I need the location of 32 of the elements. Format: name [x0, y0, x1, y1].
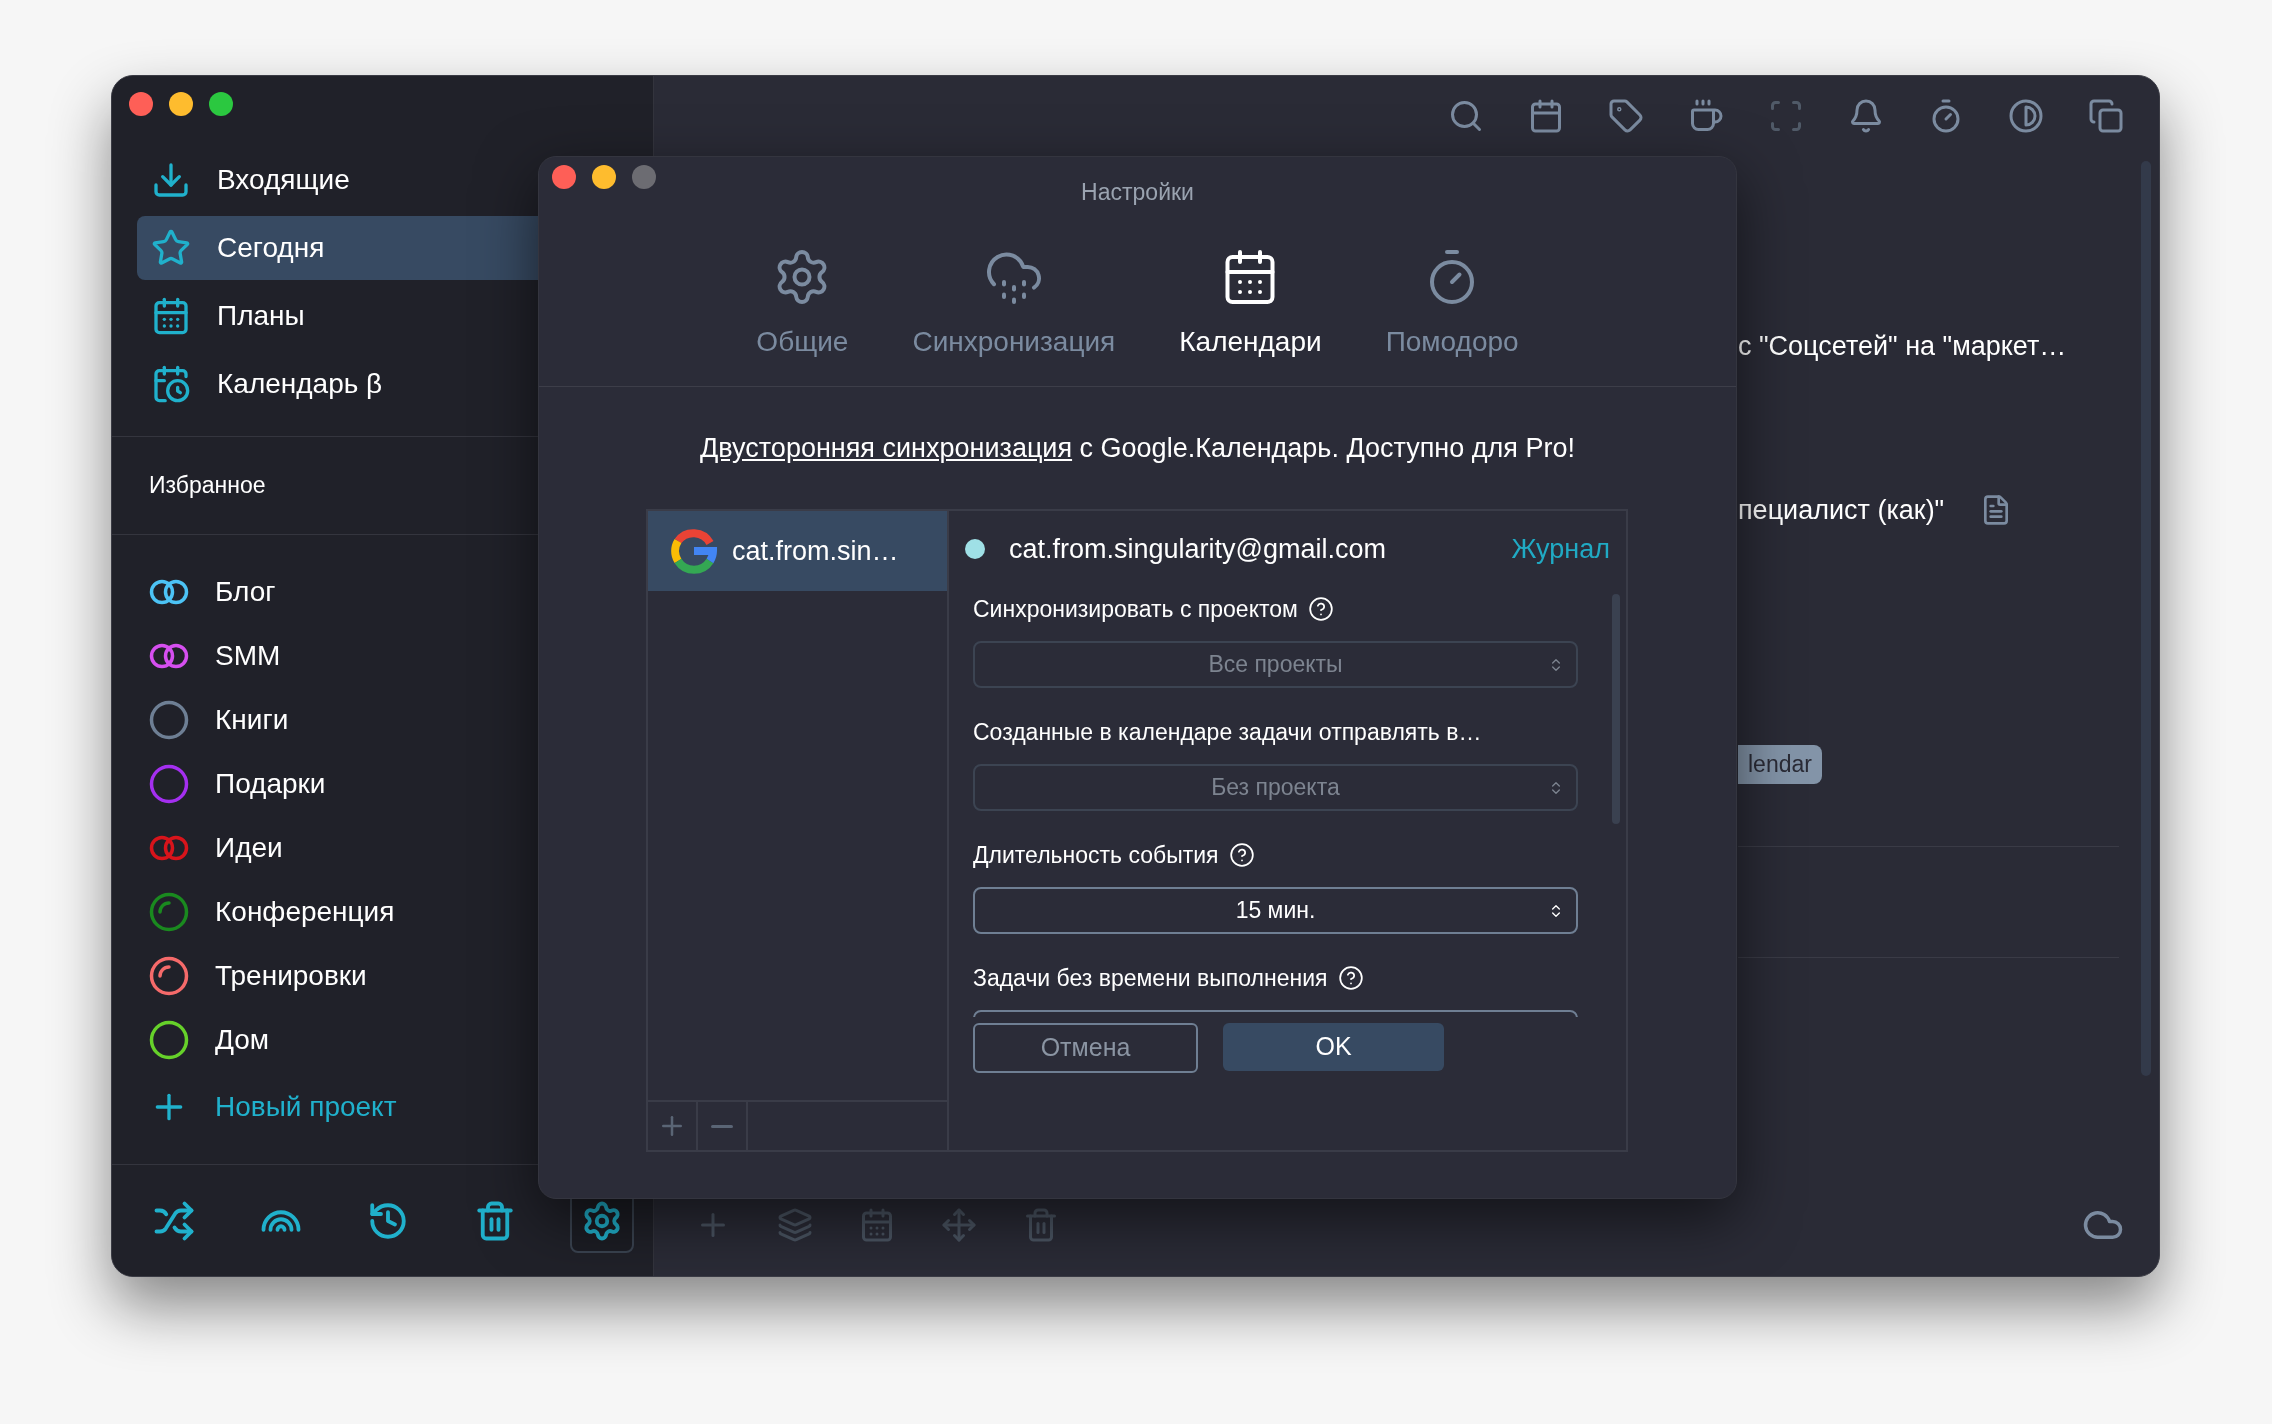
cancel-button[interactable]: Отмена	[973, 1023, 1198, 1073]
nav-item[interactable]: Календарь β	[137, 352, 653, 416]
sync-notice: Двусторонняя синхронизация с Google.Календарь. Доступно для Pro!	[700, 431, 1575, 465]
task-title[interactable]: с "Соцсетей" на "маркет…	[1738, 325, 2067, 367]
new-project-link[interactable]: Новый проект	[149, 1072, 653, 1142]
log-link[interactable]: Журнал	[1511, 528, 1610, 570]
settings-tab[interactable]: Синхронизация	[912, 247, 1116, 386]
project-item[interactable]: Книги	[149, 688, 653, 752]
nav-item[interactable]: Планы	[137, 284, 653, 348]
settings-tab[interactable]: Общие	[756, 247, 849, 386]
project-item[interactable]: Дом	[149, 1008, 653, 1072]
field-label: Задачи без времени выполнения	[973, 963, 1328, 993]
two-way-sync-link[interactable]: Двусторонняя синхронизация	[700, 432, 1073, 463]
field-label: Созданные в календаре задачи отправлять в…	[973, 717, 1482, 747]
task-title[interactable]: пециалист (как)"	[1738, 489, 1945, 531]
project-item[interactable]: Конференция	[149, 880, 653, 944]
tag-label[interactable]: lendar	[1738, 745, 1822, 784]
settings-tab[interactable]: Календари	[1179, 247, 1322, 386]
field-label: Длительность события	[973, 840, 1219, 870]
project-item[interactable]: Подарки	[149, 752, 653, 816]
settings-tab[interactable]: Помодоро	[1385, 247, 1519, 386]
account-item[interactable]: cat.from.sin…	[648, 511, 947, 591]
dialog-title: Настройки	[1081, 177, 1194, 207]
select-field[interactable]: 15 мин.	[973, 887, 1578, 934]
favorites-heading: Избранное	[149, 471, 266, 501]
project-item[interactable]: Идеи	[149, 816, 653, 880]
account-email: cat.from.singularity@gmail.com	[1009, 532, 1386, 566]
project-item[interactable]: Тренировки	[149, 944, 653, 1008]
nav-item[interactable]: Входящие	[137, 148, 653, 212]
ok-button[interactable]: OK	[1223, 1023, 1444, 1071]
field-label: Синхронизировать с проектом	[973, 594, 1298, 624]
project-item[interactable]: SMM	[149, 624, 653, 688]
